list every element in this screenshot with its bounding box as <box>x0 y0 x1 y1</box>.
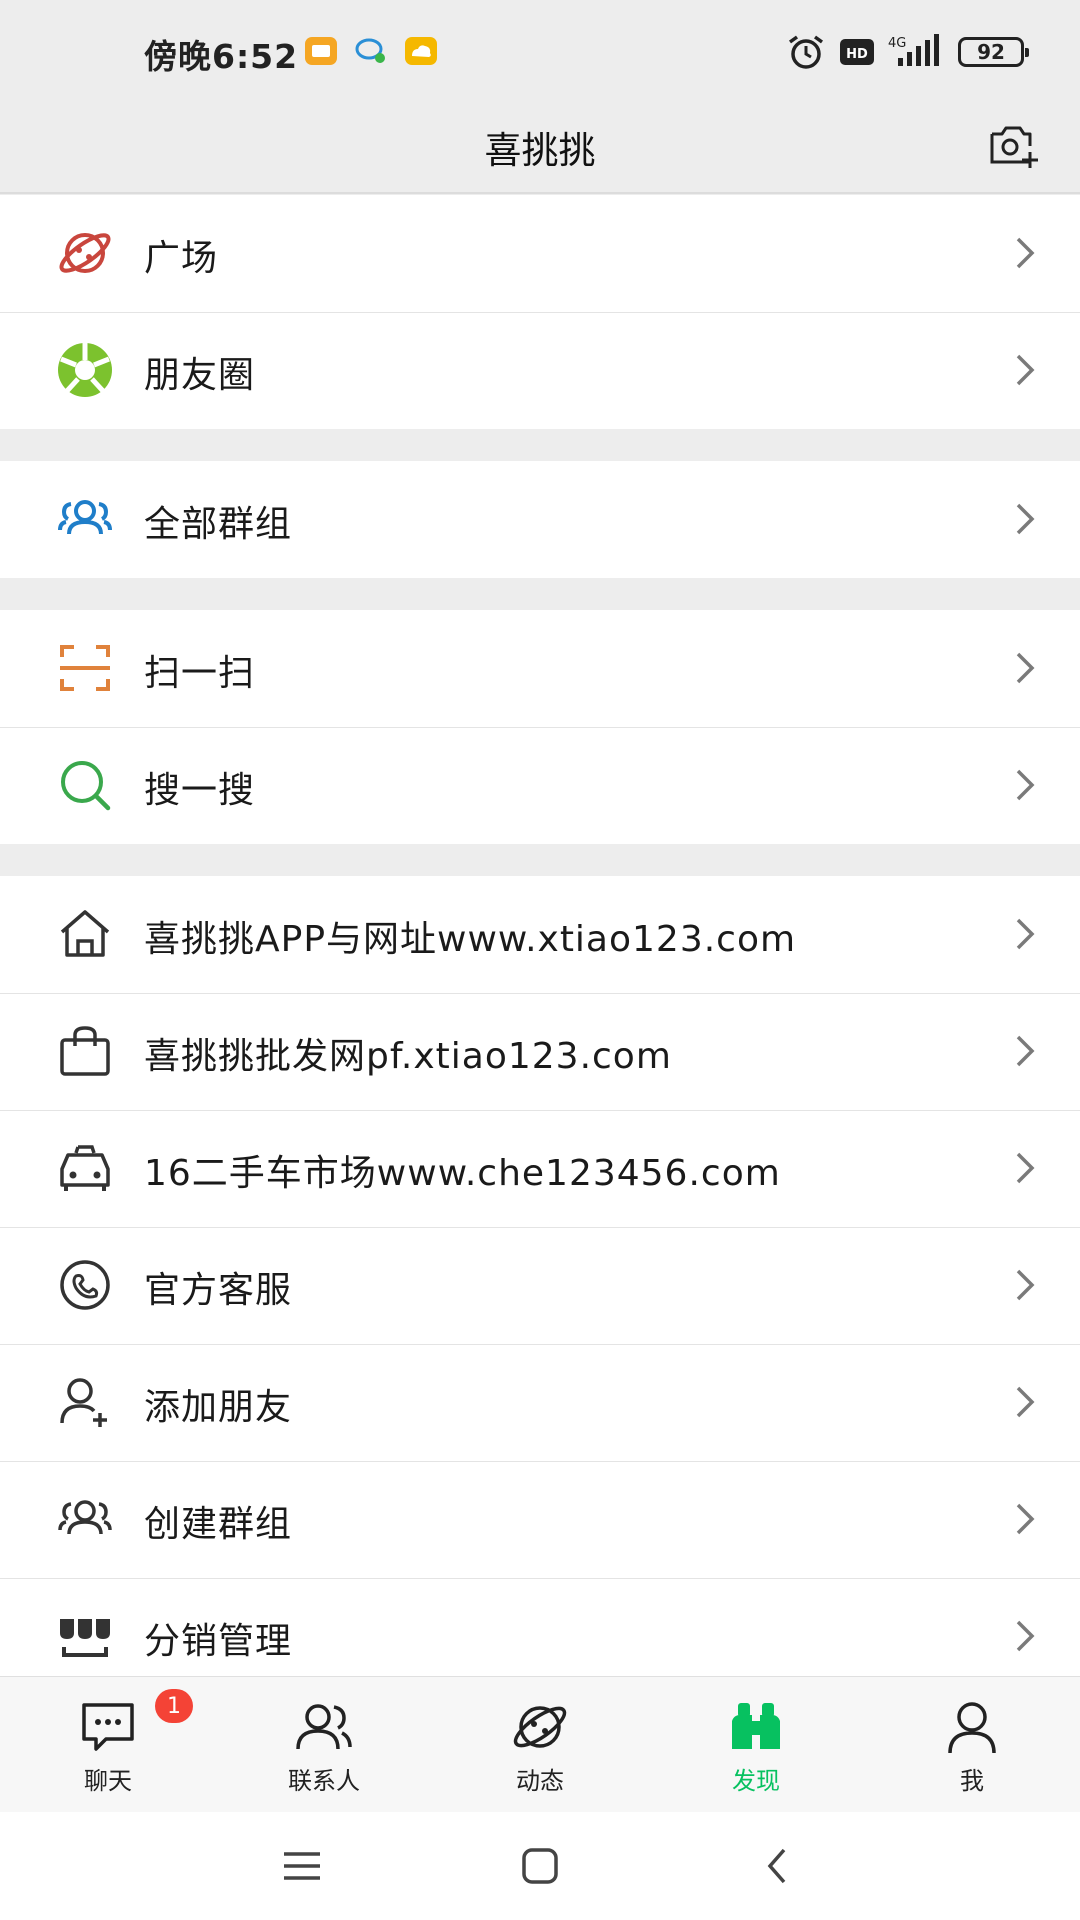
section-divider <box>0 844 1080 876</box>
person-icon <box>942 1699 1002 1755</box>
headset-icon <box>56 1256 114 1314</box>
list-item-moments[interactable]: 朋友圈 <box>0 312 1080 429</box>
distribution-icon <box>56 1607 114 1665</box>
list-item-label: 全部群组 <box>144 504 293 545</box>
scan-icon <box>56 639 114 697</box>
app-header: 喜挑挑 <box>0 100 1080 194</box>
status-right: HD 4G 92 <box>786 32 1029 72</box>
list-item-wholesale[interactable]: 喜挑挑批发网pf.xtiao123.com <box>0 993 1080 1110</box>
home-button[interactable] <box>510 1842 570 1890</box>
tab-label: 我 <box>960 1767 984 1795</box>
chevron-right-icon <box>1012 1267 1040 1303</box>
list-item-add-friend[interactable]: 添加朋友 <box>0 1344 1080 1461</box>
tab-label: 聊天 <box>84 1767 132 1795</box>
search-icon <box>56 756 114 814</box>
page-title: 喜挑挑 <box>484 129 596 172</box>
create-group-icon <box>56 1490 114 1548</box>
tab-contacts[interactable]: 联系人 <box>216 1677 432 1813</box>
message-notification-icon <box>304 36 338 66</box>
signal-icon: 4G <box>888 34 939 66</box>
menu-icon <box>284 1852 320 1880</box>
tab-discover[interactable]: 发现 <box>648 1677 864 1813</box>
tab-moments[interactable]: 动态 <box>432 1677 648 1813</box>
group-icon <box>56 490 114 548</box>
chevron-right-icon <box>1012 1618 1040 1654</box>
list-item-label: 创建群组 <box>144 1504 293 1545</box>
list-item-create-group[interactable]: 创建群组 <box>0 1461 1080 1578</box>
hd-icon: HD <box>840 39 874 65</box>
list-item-label: 添加朋友 <box>144 1387 293 1428</box>
chevron-right-icon <box>1012 1384 1040 1420</box>
list-item-scan[interactable]: 扫一扫 <box>0 610 1080 727</box>
contacts-icon <box>294 1699 354 1755</box>
binoculars-icon <box>726 1699 786 1755</box>
chat-icon <box>78 1699 138 1755</box>
list-item-search[interactable]: 搜一搜 <box>0 727 1080 844</box>
camera-add-button[interactable] <box>986 118 1042 174</box>
tab-label: 联系人 <box>288 1767 360 1795</box>
chat-notification-icon <box>354 36 388 66</box>
list-item-all-groups[interactable]: 全部群组 <box>0 461 1080 578</box>
planet-icon <box>510 1699 570 1755</box>
tab-label: 动态 <box>516 1767 564 1795</box>
list-item-used-cars[interactable]: 16二手车市场www.che123456.com <box>0 1110 1080 1227</box>
list-group: 扫一扫 搜一搜 <box>0 610 1080 844</box>
moments-icon <box>56 341 114 399</box>
list-item-label: 广场 <box>144 238 219 279</box>
battery-indicator: 92 <box>958 37 1029 67</box>
back-button[interactable] <box>748 1842 808 1890</box>
list-item-label: 搜一搜 <box>144 770 256 811</box>
section-divider <box>0 578 1080 610</box>
home-icon <box>56 905 114 963</box>
shopping-bag-icon <box>56 1022 114 1080</box>
chevron-right-icon <box>1012 650 1040 686</box>
tab-label: 发现 <box>732 1767 780 1795</box>
chevron-right-icon <box>1012 1033 1040 1069</box>
chevron-right-icon <box>1012 1501 1040 1537</box>
tab-me[interactable]: 我 <box>864 1677 1080 1813</box>
car-icon <box>56 1139 114 1197</box>
section-divider <box>0 429 1080 461</box>
list-item-label: 官方客服 <box>144 1270 293 1311</box>
chevron-right-icon <box>1012 501 1040 537</box>
cloud-notification-icon <box>404 36 438 66</box>
list-item-customer-service[interactable]: 官方客服 <box>0 1227 1080 1344</box>
list-group: 广场 朋友圈 <box>0 195 1080 429</box>
list-item-square[interactable]: 广场 <box>0 195 1080 312</box>
status-bar: 傍晚6:52 HD 4G 92 <box>0 0 1080 100</box>
discover-list: 广场 朋友圈 全部群组 扫一扫 搜一搜 喜挑挑APP与网址www.xtiao12… <box>0 195 1080 1695</box>
tab-chat[interactable]: 聊天 1 <box>0 1677 216 1813</box>
menu-button[interactable] <box>272 1842 332 1890</box>
hd-label: HD <box>846 47 868 62</box>
list-item-label: 喜挑挑APP与网址www.xtiao123.com <box>144 919 797 960</box>
camera-plus-icon <box>990 126 1038 168</box>
chevron-right-icon <box>1012 916 1040 952</box>
planet-icon <box>56 224 114 282</box>
list-item-label: 朋友圈 <box>144 355 256 396</box>
list-group: 全部群组 <box>0 461 1080 578</box>
network-label: 4G <box>888 36 906 51</box>
list-item-label: 喜挑挑批发网pf.xtiao123.com <box>144 1036 672 1077</box>
list-group: 喜挑挑APP与网址www.xtiao123.com 喜挑挑批发网pf.xtiao… <box>0 876 1080 1695</box>
chevron-right-icon <box>1012 1150 1040 1186</box>
chevron-right-icon <box>1012 235 1040 271</box>
system-nav-bar <box>0 1812 1080 1920</box>
list-item-label: 扫一扫 <box>144 653 256 694</box>
chevron-right-icon <box>1012 767 1040 803</box>
list-item-app-website[interactable]: 喜挑挑APP与网址www.xtiao123.com <box>0 876 1080 993</box>
status-time: 傍晚6:52 <box>144 37 299 76</box>
home-square-icon <box>522 1848 558 1884</box>
back-chevron-icon <box>767 1848 786 1884</box>
list-item-label: 16二手车市场www.che123456.com <box>144 1153 781 1194</box>
chevron-right-icon <box>1012 352 1040 388</box>
bottom-tab-bar: 聊天 1 联系人 动态 发现 我 <box>0 1676 1080 1812</box>
add-friend-icon <box>56 1373 114 1431</box>
alarm-icon <box>788 35 824 69</box>
list-item-label: 分销管理 <box>144 1621 293 1662</box>
unread-badge: 1 <box>155 1689 193 1723</box>
